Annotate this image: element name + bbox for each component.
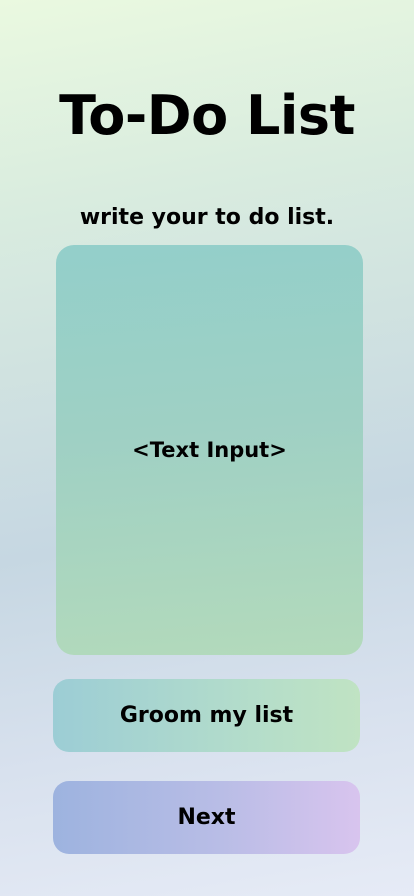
text-input-placeholder: <Text Input> — [132, 438, 287, 462]
todo-text-input[interactable]: <Text Input> — [56, 245, 363, 655]
next-button-label: Next — [177, 805, 236, 830]
page-title: To-Do List — [59, 84, 355, 147]
instruction-text: write your to do list. — [79, 205, 335, 230]
groom-list-button[interactable]: Groom my list — [53, 679, 360, 752]
groom-list-button-label: Groom my list — [119, 703, 294, 728]
next-button[interactable]: Next — [53, 781, 360, 854]
